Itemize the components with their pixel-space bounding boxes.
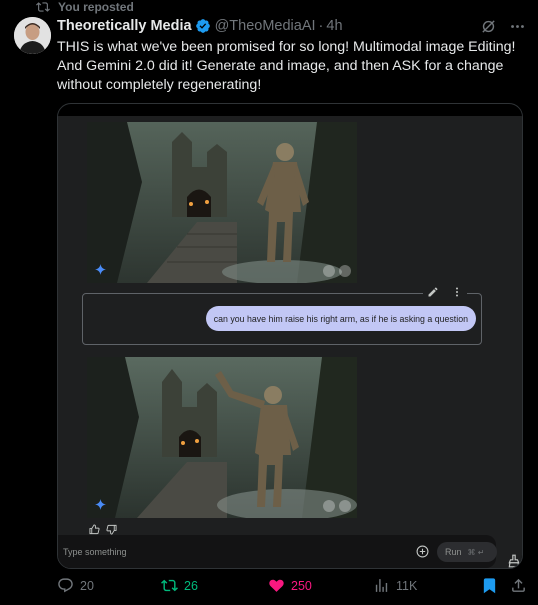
- tweet-media[interactable]: can you have him raise his right arm, as…: [57, 103, 523, 569]
- bookmark-button[interactable]: [481, 577, 498, 594]
- pencil-icon[interactable]: [427, 286, 439, 298]
- like-button[interactable]: 250: [268, 577, 312, 594]
- reply-icon: [58, 578, 73, 593]
- feedback-buttons: [89, 524, 117, 535]
- thumbs-down-icon[interactable]: [106, 524, 117, 535]
- repost-label: You reposted: [58, 0, 134, 14]
- message-input-bar[interactable]: Type something Run ⌘ ↵: [58, 535, 497, 568]
- gemini-chat-panel: can you have him raise his right arm, as…: [58, 116, 522, 568]
- fullscreen-icon[interactable]: [339, 265, 351, 277]
- run-label: Run: [445, 547, 462, 557]
- add-circle-icon[interactable]: [416, 545, 429, 558]
- author-name[interactable]: Theoretically Media: [57, 18, 192, 34]
- more-vert-icon[interactable]: [451, 286, 463, 298]
- repost-button[interactable]: 26: [161, 577, 198, 594]
- separator: ·: [318, 18, 324, 34]
- like-count: 250: [291, 578, 312, 593]
- user-prompt-container: can you have him raise his right arm, as…: [82, 286, 482, 345]
- run-shortcut: ⌘ ↵: [467, 547, 485, 557]
- generated-image-original[interactable]: [87, 122, 357, 283]
- user-prompt-bubble: can you have him raise his right arm, as…: [205, 306, 476, 331]
- fullscreen-icon[interactable]: [339, 500, 351, 512]
- tweet-time[interactable]: 4h: [326, 18, 342, 34]
- verified-badge-icon: [195, 19, 210, 33]
- author-avatar[interactable]: [14, 17, 51, 54]
- mummy-castle-image: [87, 122, 357, 283]
- view-count: 11K: [396, 578, 418, 593]
- author-handle[interactable]: @TheoMediaAI: [215, 18, 316, 34]
- generated-image-edited[interactable]: [87, 357, 357, 518]
- views-button[interactable]: 11K: [373, 577, 417, 594]
- share-button[interactable]: [510, 577, 527, 594]
- thumbs-up-icon[interactable]: [89, 524, 100, 535]
- message-input[interactable]: Type something: [63, 547, 127, 557]
- tweet-header: Theoretically Media @TheoMediaAI · 4h: [57, 16, 526, 36]
- download-icon[interactable]: [323, 265, 335, 277]
- reply-count: 20: [80, 578, 94, 593]
- gemini-sparkle-icon: [95, 499, 106, 510]
- repost-count: 26: [184, 578, 198, 593]
- repost-icon: [161, 579, 178, 592]
- mummy-raised-arm-image: [87, 357, 357, 518]
- avatar-image: [14, 17, 51, 54]
- heart-icon: [269, 579, 284, 592]
- download-icon[interactable]: [323, 500, 335, 512]
- brush-icon[interactable]: [508, 554, 520, 568]
- gemini-sparkle-icon: [95, 264, 106, 275]
- repost-indicator: You reposted: [36, 0, 134, 14]
- repost-icon: [36, 2, 50, 12]
- views-icon: [375, 579, 388, 592]
- tweet-text: THIS is what we've been promised for so …: [57, 39, 516, 93]
- run-button[interactable]: Run ⌘ ↵: [437, 542, 497, 562]
- reply-button[interactable]: 20: [57, 577, 94, 594]
- grok-icon[interactable]: [480, 18, 497, 35]
- tweet-actions: 20 26 250 11K: [57, 575, 525, 597]
- bookmark-icon: [483, 578, 496, 594]
- share-icon: [512, 578, 525, 592]
- more-icon[interactable]: [509, 18, 526, 35]
